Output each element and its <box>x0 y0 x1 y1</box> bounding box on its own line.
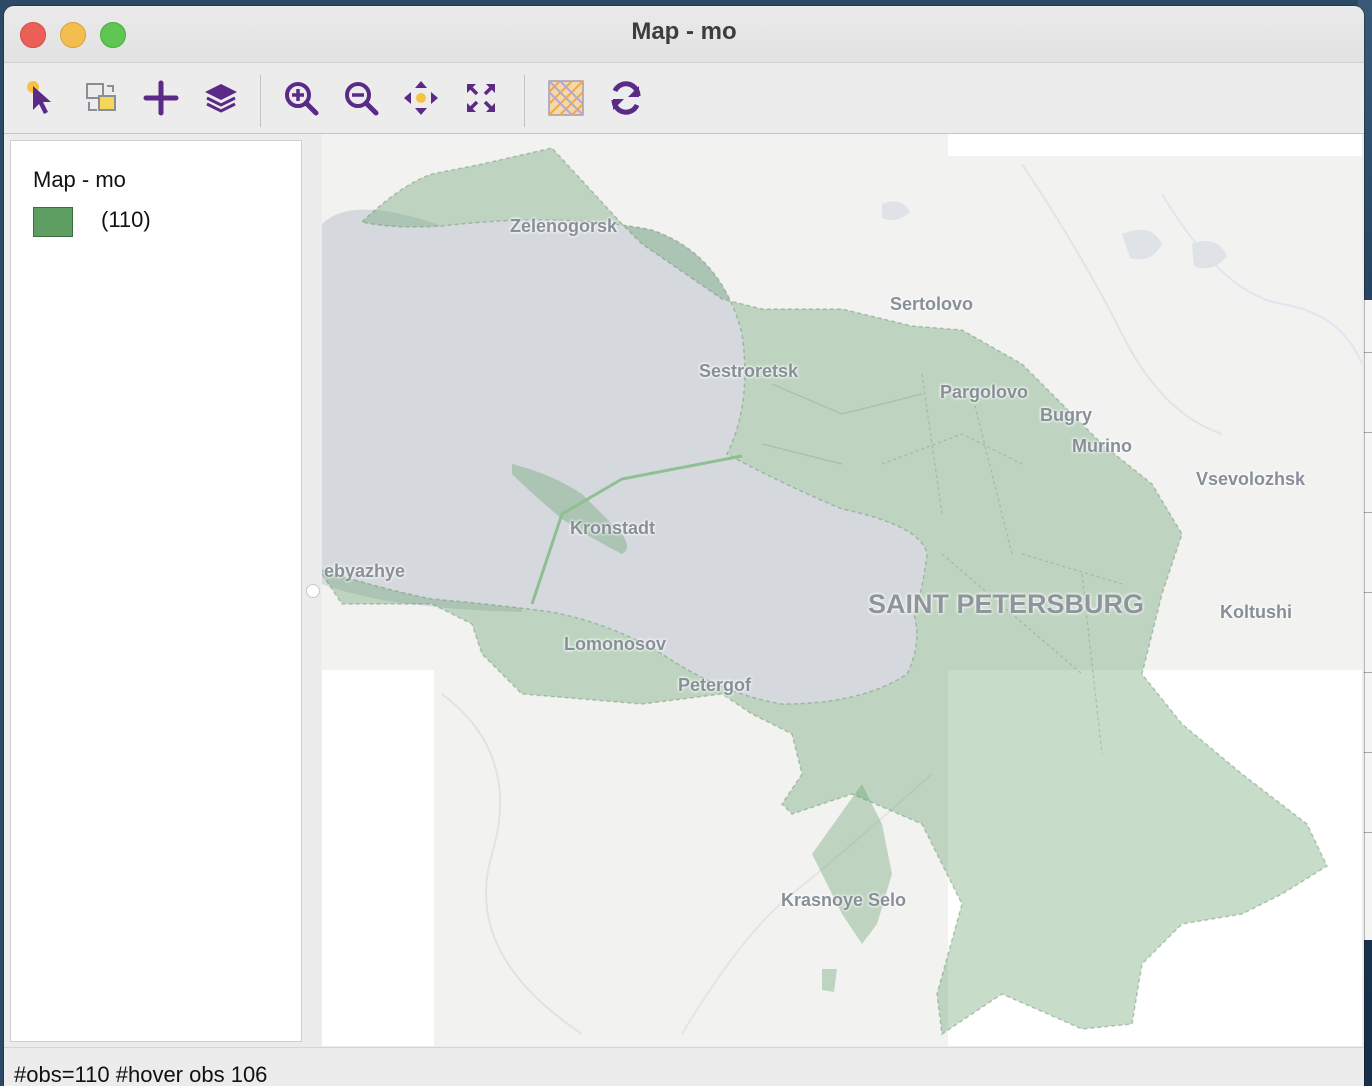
map-label-lomonosov: Lomonosov <box>564 634 666 654</box>
map-label-krasnoye-selo: Krasnoye Selo <box>781 890 907 910</box>
legend-count-label: (110) <box>101 207 151 232</box>
map-label-kronstadt: Kronstadt <box>570 518 655 538</box>
basemap-button[interactable] <box>541 73 591 123</box>
map-label-zelenogorsk: Zelenogorsk <box>510 216 618 236</box>
add-button[interactable] <box>136 73 186 123</box>
plus-icon <box>143 80 179 116</box>
refresh-button[interactable] <box>601 73 651 123</box>
toolbar-separator <box>260 75 261 127</box>
map-window: Map - mo Map - mo (110) Zelenogorsk Sert… <box>4 6 1364 1086</box>
copy-image-icon <box>86 83 116 111</box>
zoom-out-button[interactable] <box>336 73 386 123</box>
basemap-icon <box>548 80 584 116</box>
pointer-select-icon <box>27 81 51 114</box>
pan-button[interactable] <box>396 73 446 123</box>
full-extent-button[interactable] <box>456 73 506 123</box>
layers-button[interactable] <box>196 73 246 123</box>
zoom-in-icon <box>285 82 319 116</box>
map-label-sertolovo: Sertolovo <box>890 294 974 314</box>
map-label-koltushi: Koltushi <box>1220 602 1292 622</box>
status-bar: #obs=110 #hover obs 106 <box>4 1047 1364 1086</box>
map-label-murino: Murino <box>1072 436 1132 456</box>
map-label-petergof: Petergof <box>678 675 752 695</box>
toolbar <box>4 63 1364 134</box>
legend-title: Map - mo <box>33 167 126 192</box>
legend-panel: Map - mo (110) <box>10 140 302 1042</box>
refresh-icon <box>611 81 641 115</box>
zoom-out-icon <box>345 82 379 116</box>
map-canvas[interactable]: Zelenogorsk Sertolovo Sestroretsk Pargol… <box>322 134 1362 1046</box>
zoom-in-button[interactable] <box>276 73 326 123</box>
pan-arrows-icon <box>404 81 438 115</box>
map-label-lebyazhye: ebyazhye <box>324 561 406 581</box>
map-label-pargolovo: Pargolovo <box>940 382 1029 402</box>
full-extent-icon <box>467 84 495 112</box>
status-text: #obs=110 #hover obs 106 <box>14 1062 268 1086</box>
map-label-vsevolozhsk: Vsevolozhsk <box>1196 469 1306 489</box>
title-bar[interactable]: Map - mo <box>4 6 1364 63</box>
map-label-bugry: Bugry <box>1040 405 1093 425</box>
layers-icon <box>205 84 237 113</box>
window-title: Map - mo <box>631 18 737 45</box>
copy-image-button[interactable] <box>76 73 126 123</box>
select-tool-button[interactable] <box>16 73 66 123</box>
toolbar-separator <box>524 75 525 127</box>
map-label-saint-petersburg: SAINT PETERSBURG <box>868 589 1145 619</box>
map-label-sestroretsk: Sestroretsk <box>699 361 799 381</box>
legend-color-swatch[interactable] <box>33 207 73 237</box>
splitter-handle[interactable] <box>306 584 320 598</box>
